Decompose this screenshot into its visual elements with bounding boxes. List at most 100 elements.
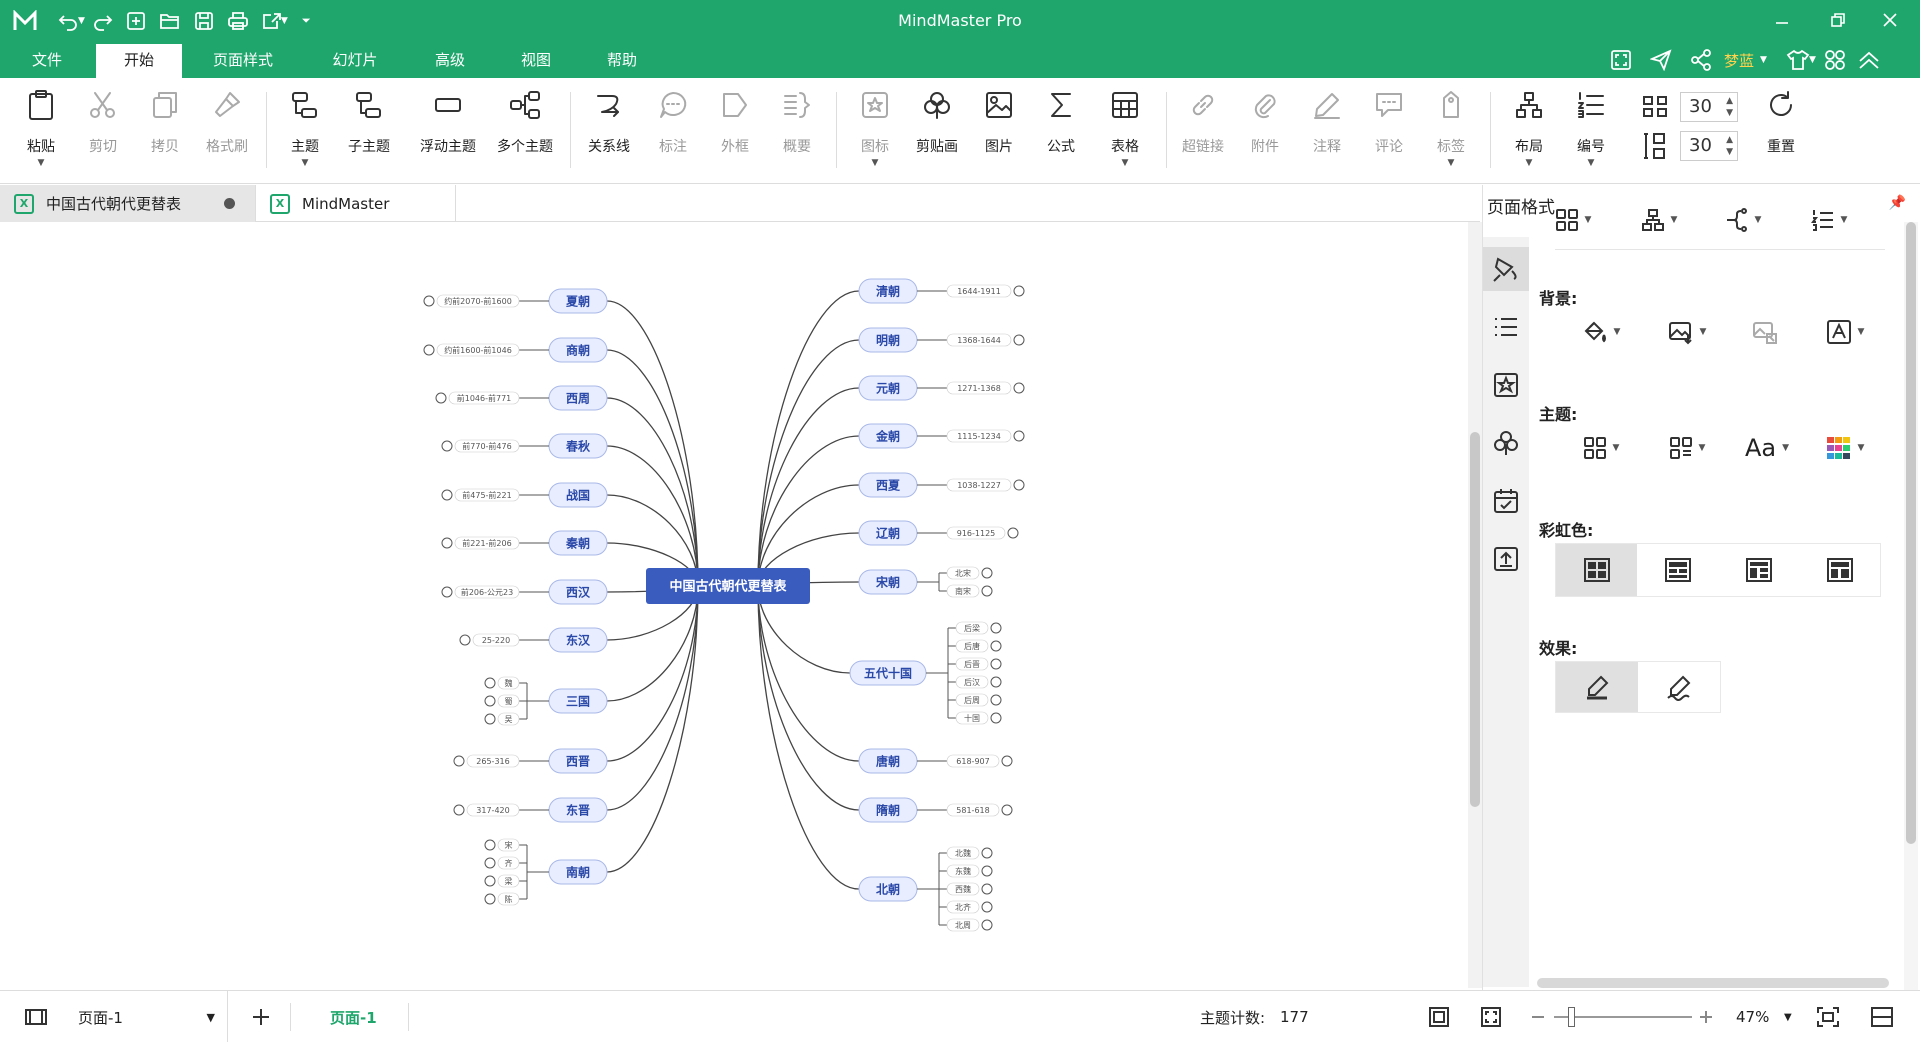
dynasty-label[interactable]: 商朝 — [566, 343, 590, 358]
period-label[interactable]: 前475-前221 — [462, 490, 511, 500]
dynasty-label[interactable]: 东晋 — [566, 803, 590, 818]
period-label[interactable]: 1368-1644 — [957, 336, 1001, 345]
root-label[interactable]: 中国古代朝代更替表 — [669, 579, 787, 595]
dynasty-label[interactable]: 北朝 — [876, 882, 900, 897]
period-label[interactable]: 西魏 — [955, 884, 971, 894]
expand-toggle-icon[interactable] — [441, 586, 453, 598]
child-connector[interactable] — [519, 862, 549, 873]
boundary-button[interactable]: 外框 — [704, 84, 766, 176]
dynasty-label[interactable]: 西周 — [566, 392, 590, 406]
branch-connector[interactable] — [606, 585, 699, 811]
dynasty-label[interactable]: 春秋 — [565, 439, 591, 454]
period-label[interactable]: 宋 — [505, 840, 513, 850]
relationship-button[interactable]: 关系线 — [578, 84, 640, 176]
period-label[interactable]: 后周 — [964, 695, 980, 705]
expand-toggle-icon[interactable] — [441, 440, 453, 452]
menu-help[interactable]: 帮助 — [590, 42, 654, 78]
dynasty-label[interactable]: 夏朝 — [566, 294, 590, 309]
presentation-icon[interactable] — [1816, 991, 1840, 1042]
dynasty-label[interactable]: 战国 — [566, 488, 590, 503]
expand-toggle-icon[interactable] — [981, 901, 993, 913]
expand-toggle-icon[interactable] — [1013, 382, 1025, 394]
period-label[interactable]: 前1046-前771 — [457, 393, 512, 403]
period-label[interactable]: 魏 — [505, 678, 513, 688]
branch-connector[interactable] — [606, 397, 699, 587]
clipart-tab-icon[interactable] — [1483, 421, 1529, 465]
paste-dropdown-icon[interactable]: ▼ — [10, 158, 72, 168]
expand-toggle-icon[interactable] — [484, 893, 496, 905]
theme-color-dropdown[interactable]: ▼ — [1817, 431, 1873, 465]
branch-connector[interactable] — [757, 339, 860, 587]
zoom-in-icon[interactable] — [1698, 991, 1714, 1042]
dynasty-label[interactable]: 清朝 — [876, 284, 900, 299]
period-label[interactable]: 1271-1368 — [957, 384, 1001, 393]
expand-toggle-icon[interactable] — [484, 677, 496, 689]
period-label[interactable]: 1644-1911 — [957, 287, 1001, 296]
child-connector[interactable] — [926, 645, 956, 674]
period-label[interactable]: 南宋 — [955, 586, 971, 596]
period-label[interactable]: 916-1125 — [957, 529, 996, 538]
expand-toggle-icon[interactable] — [459, 634, 471, 646]
effect-flat-option[interactable] — [1556, 662, 1638, 712]
close-icon[interactable] — [1870, 6, 1910, 34]
menu-slides[interactable]: 幻灯片 — [318, 42, 392, 78]
icon-dropdown-icon[interactable]: ▼ — [844, 158, 906, 168]
period-label[interactable]: 前221-前206 — [462, 538, 511, 548]
dynasty-label[interactable]: 五代十国 — [864, 666, 912, 681]
collapse-panel-icon[interactable] — [1870, 991, 1894, 1042]
dynasty-label[interactable]: 西汉 — [566, 585, 591, 600]
numbering-button[interactable]: 编号 ▼ — [1560, 84, 1622, 176]
expand-toggle-icon[interactable] — [990, 694, 1002, 706]
rainbow-option-2[interactable] — [1637, 544, 1718, 596]
increase-icon[interactable]: ▲ — [1726, 135, 1733, 145]
comment-button[interactable]: 评论 — [1358, 84, 1420, 176]
mindmap-canvas[interactable]: 夏朝 约前2070-前1600 商朝 约前1600-前1046 西周 前1046-前771… — [0, 222, 1468, 990]
expand-toggle-icon[interactable] — [453, 755, 465, 767]
period-label[interactable]: 后唐 — [964, 641, 980, 651]
dynasty-label[interactable]: 金朝 — [875, 429, 900, 444]
structure-dropdown[interactable]: ▼ — [1631, 203, 1687, 237]
branch-connector[interactable] — [606, 585, 699, 873]
expand-toggle-icon[interactable] — [990, 658, 1002, 670]
background-image-dropdown[interactable]: ▼ — [1659, 315, 1715, 349]
dynasty-label[interactable]: 东汉 — [566, 633, 591, 648]
image-button[interactable]: 图片 — [968, 84, 1030, 176]
scrollbar-thumb[interactable] — [1470, 432, 1480, 807]
callout-button[interactable]: 标注 — [642, 84, 704, 176]
rainbow-option-1[interactable] — [1556, 544, 1637, 596]
tag-button[interactable]: 标签 ▼ — [1420, 84, 1482, 176]
period-label[interactable]: 后汉 — [964, 677, 980, 687]
expand-toggle-icon[interactable] — [423, 344, 435, 356]
clipart-button[interactable]: 剪贴画 — [906, 84, 968, 176]
dynasty-label[interactable]: 三国 — [566, 695, 590, 709]
restore-icon[interactable] — [1818, 6, 1858, 34]
map-layout-dropdown[interactable]: ▼ — [1545, 203, 1601, 237]
floating-topic-button[interactable]: 浮动主题 — [412, 84, 484, 176]
apps-icon[interactable] — [1818, 48, 1852, 72]
dynasty-label[interactable]: 秦朝 — [565, 536, 590, 551]
user-name[interactable]: 梦蓝 — [1724, 50, 1754, 71]
layout-button[interactable]: 布局 ▼ — [1498, 84, 1560, 176]
paste-button[interactable]: 粘贴 ▼ — [10, 84, 72, 176]
period-label[interactable]: 后梁 — [964, 623, 980, 633]
add-page-icon[interactable] — [250, 991, 272, 1042]
child-connector[interactable] — [926, 627, 956, 674]
minimize-icon[interactable] — [1762, 6, 1802, 34]
menu-view[interactable]: 视图 — [504, 42, 568, 78]
decrease-icon[interactable]: ▼ — [1726, 108, 1733, 118]
icon-button[interactable]: 图标 ▼ — [844, 84, 906, 176]
period-label[interactable]: 317-420 — [476, 806, 509, 815]
outline-tab-icon[interactable] — [1483, 305, 1529, 349]
dynasty-label[interactable]: 元朝 — [876, 381, 900, 396]
child-connector[interactable] — [926, 672, 956, 683]
child-connector[interactable] — [917, 572, 947, 583]
decrease-icon[interactable]: ▼ — [1726, 147, 1733, 157]
layout-dropdown-icon[interactable]: ▼ — [1498, 158, 1560, 168]
expand-toggle-icon[interactable] — [981, 865, 993, 877]
fullscreen-icon[interactable] — [1604, 48, 1638, 72]
expand-toggle-icon[interactable] — [1013, 479, 1025, 491]
unsaved-indicator-icon[interactable] — [224, 198, 235, 209]
expand-toggle-icon[interactable] — [484, 695, 496, 707]
period-label[interactable]: 前206-公元23 — [461, 587, 513, 597]
task-tab-icon[interactable] — [1483, 479, 1529, 523]
